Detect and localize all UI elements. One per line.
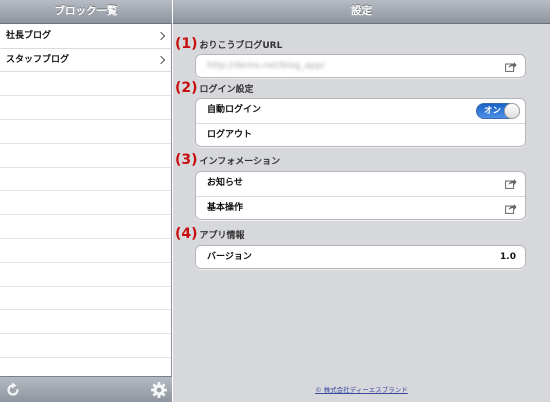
empty-row [0, 334, 171, 358]
version-label: バージョン [207, 252, 252, 262]
app-info-group: バージョン 1.0 [195, 245, 526, 269]
settings-title: 設定 [173, 0, 550, 24]
blog-list-item-label: スタッフブログ [6, 54, 70, 65]
section-number: (4) [175, 226, 198, 242]
logout-row[interactable]: ログアウト [196, 123, 525, 147]
settings-pane: 設定 (1) おりこうブログURL http://demo.net/blog_ap… [173, 0, 550, 402]
basic-usage-row[interactable]: 基本操作 [196, 196, 525, 220]
empty-row [0, 215, 171, 239]
section-header-blog-url: (1) おりこうブログURL [175, 35, 282, 53]
refresh-icon[interactable] [5, 382, 21, 398]
share-icon [505, 62, 517, 72]
empty-row [0, 239, 171, 263]
auto-login-row: 自動ログイン オン [196, 99, 525, 123]
section-number: (2) [175, 80, 198, 96]
blog-url-value: http://demo.net/blog_app/ [207, 61, 325, 71]
chevron-right-icon [156, 55, 166, 64]
section-title: アプリ情報 [199, 231, 245, 241]
section-title: ログイン設定 [199, 85, 254, 95]
section-header-app-info: (4) アプリ情報 [175, 225, 245, 243]
section-number: (1) [175, 36, 198, 52]
gear-icon[interactable] [150, 381, 168, 399]
blog-list-pane: ブロック一覧 社長ブログ スタッフブログ [0, 0, 172, 402]
empty-row [0, 120, 171, 144]
blog-url-row[interactable]: http://demo.net/blog_app/ [196, 55, 525, 79]
section-title: おりこうブログURL [199, 41, 283, 51]
empty-row [0, 287, 171, 311]
blog-list: 社長ブログ スタッフブログ [0, 25, 171, 358]
auto-login-label: 自動ログイン [207, 105, 262, 115]
logout-label: ログアウト [207, 130, 253, 140]
share-icon [505, 204, 517, 214]
copyright-link[interactable]: © 株式会社ディーエスブランド [173, 384, 550, 394]
login-group: 自動ログイン オン ログアウト [195, 98, 526, 147]
version-value: 1.0 [500, 252, 516, 262]
empty-row [0, 310, 171, 335]
chevron-right-icon [156, 31, 166, 41]
basic-usage-label: 基本操作 [207, 203, 244, 213]
section-number: (3) [175, 152, 198, 168]
blog-list-title: ブロック一覧 [0, 0, 172, 24]
empty-row [0, 96, 171, 120]
blog-list-item-label: 社長ブログ [6, 31, 52, 41]
empty-row [0, 168, 171, 192]
news-row[interactable]: お知らせ [196, 172, 525, 196]
section-header-information: (3) インフォメーション [175, 151, 280, 169]
blog-list-item-staff[interactable]: スタッフブログ [0, 49, 171, 73]
empty-row [0, 72, 171, 97]
empty-row [0, 191, 171, 216]
blog-url-group: http://demo.net/blog_app/ [195, 54, 526, 78]
share-icon [505, 179, 517, 189]
version-row: バージョン 1.0 [196, 246, 525, 270]
blog-list-item-president[interactable]: 社長ブログ [0, 25, 171, 49]
auto-login-toggle[interactable]: オン [476, 103, 520, 119]
blog-list-toolbar [0, 376, 172, 402]
news-label: お知らせ [207, 178, 243, 188]
section-header-login: (2) ログイン設定 [175, 79, 254, 97]
section-title: インフォメーション [199, 157, 281, 167]
toggle-state-label: オン [484, 106, 502, 116]
empty-row [0, 263, 171, 287]
toggle-knob [504, 103, 520, 119]
empty-row [0, 144, 171, 168]
information-group: お知らせ 基本操作 [195, 171, 526, 220]
